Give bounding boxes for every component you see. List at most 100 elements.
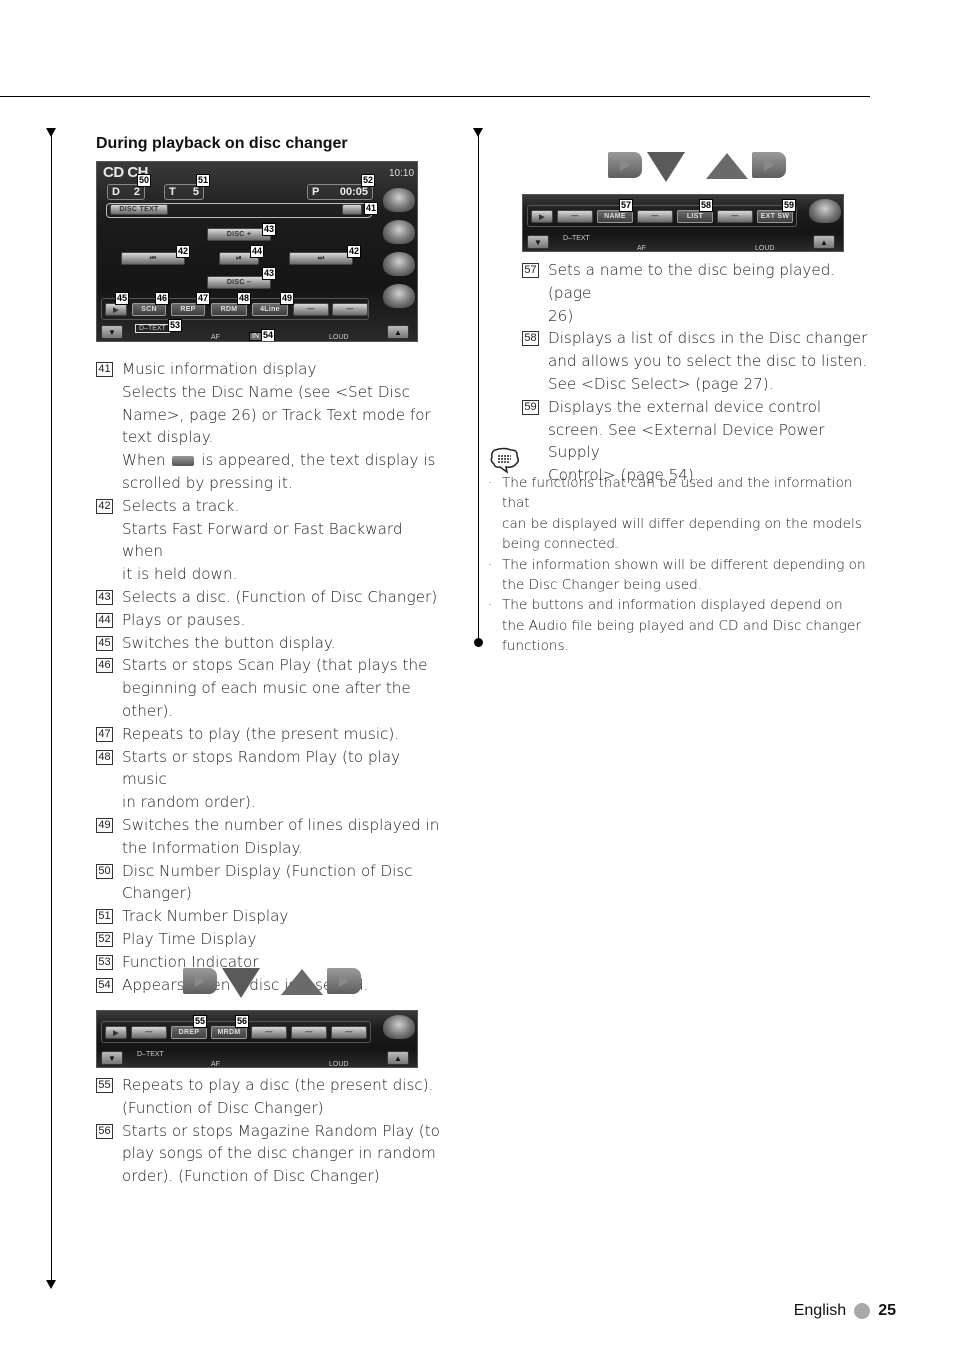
description-line: Selects the Disc Name (see <Set Disc <box>122 382 411 401</box>
satellite-icon[interactable] <box>809 199 841 223</box>
description-line: When is appeared, the text display is <box>122 449 441 472</box>
callout-53: 53 <box>168 319 183 332</box>
description-line: the Information Display. <box>122 838 304 857</box>
item-number: 54 <box>96 977 113 993</box>
item-number: 42 <box>96 498 113 514</box>
note-item: · The functions that can be used and the… <box>488 473 868 555</box>
satellite-icon[interactable] <box>383 284 415 308</box>
flow-line-left <box>51 134 52 1282</box>
track-label: T <box>169 186 176 198</box>
description-line: Name>, page 26) or Track Text mode for <box>122 405 431 424</box>
description-line: play songs of the disc changer in random <box>122 1144 436 1163</box>
track-value: 5 <box>192 186 199 198</box>
description-list-main: 41 Music information display Selects the… <box>96 358 441 996</box>
disc-value: 2 <box>133 186 140 198</box>
bullet: · <box>488 597 493 614</box>
next-page-arrow-icon <box>327 968 361 994</box>
description-line: Repeats to play (the present music). <box>122 724 400 743</box>
description-line: order). (Function of Disc Changer) <box>122 1167 380 1186</box>
volume-down-button[interactable]: ▼ <box>101 1051 123 1065</box>
item-number: 45 <box>96 635 113 651</box>
af-label: AF <box>211 334 220 341</box>
blank-button[interactable]: — <box>717 210 753 223</box>
note-line: The information shown will be different … <box>502 556 866 573</box>
description-item-42: 42 Selects a track. Starts Fast Forward … <box>96 495 441 586</box>
page-number: 25 <box>878 1302 896 1319</box>
down-arrow-icon <box>647 152 685 182</box>
scroll-text-button[interactable] <box>342 204 362 215</box>
callout-45: 45 <box>115 292 130 305</box>
description-line: Selects a track. <box>122 496 240 515</box>
description-item-44: 44 Plays or pauses. <box>96 609 441 632</box>
blank-button[interactable]: — <box>557 210 593 223</box>
volume-up-button[interactable]: ▲ <box>387 325 409 339</box>
disc-changer-screen: CD CH 10:10 D 2 T 5 P 00:05 DISC TEXT DI… <box>96 161 418 342</box>
description-line: Music information display <box>122 360 317 378</box>
clock: 10:10 <box>389 168 415 179</box>
flow-end-dot-icon <box>474 638 483 647</box>
note-line: being connected. <box>502 536 620 553</box>
note-line: the Disc Changer being used. <box>502 577 703 594</box>
blank-button[interactable]: — <box>131 1026 167 1039</box>
next-track-button[interactable]: ⏭ <box>289 252 353 265</box>
media-icon[interactable] <box>383 220 415 244</box>
description-line: Selects a disc. (Function of Disc Change… <box>122 587 438 606</box>
callout-51: 51 <box>196 174 211 187</box>
switch-buttons-button[interactable]: ▶ <box>105 1026 127 1039</box>
section-title: During playback on disc changer <box>96 135 348 152</box>
item-number: 57 <box>522 263 539 278</box>
menu-grid-icon[interactable] <box>383 188 415 212</box>
blank-button[interactable]: — <box>332 303 368 316</box>
description-item-41: 41 Music information display Selects the… <box>96 358 441 495</box>
description-line: Plays or pauses. <box>122 610 246 629</box>
note-item: · The information shown will be differen… <box>488 555 868 596</box>
bullet: · <box>488 475 493 491</box>
loud-label: LOUD <box>329 1061 349 1068</box>
disc-text-button[interactable]: DISC TEXT <box>110 204 168 215</box>
up-arrow-icon <box>281 969 323 995</box>
callout-42: 42 <box>176 245 191 258</box>
description-line: screen. See <External Device Power Suppl… <box>548 420 825 462</box>
note-line: The buttons and information displayed de… <box>502 597 843 614</box>
volume-down-button[interactable]: ▼ <box>527 235 549 249</box>
blank-button[interactable]: — <box>251 1026 287 1039</box>
description-item-58: 58 Displays a list of discs in the Disc … <box>522 327 872 395</box>
flow-line-right <box>478 134 479 640</box>
description-line: Starts or stops Magazine Random Play (to <box>122 1121 440 1140</box>
volume-up-button[interactable]: ▲ <box>813 235 835 249</box>
note-line: functions. <box>502 638 569 655</box>
satellite-icon[interactable] <box>383 1015 415 1039</box>
next-page-arrow-icon <box>183 968 217 994</box>
callout-55: 55 <box>193 1015 208 1028</box>
callout-43: 43 <box>262 223 277 236</box>
flow-end-arrow-icon <box>46 1280 56 1289</box>
item-number: 53 <box>96 954 113 970</box>
description-fragment: is appeared, the text display is <box>201 451 436 470</box>
blank-button[interactable]: — <box>637 210 673 223</box>
blank-button[interactable]: — <box>291 1026 327 1039</box>
blank-button[interactable]: — <box>331 1026 367 1039</box>
blank-button[interactable]: — <box>293 303 329 316</box>
item-number: 46 <box>96 658 113 674</box>
description-line: it is held down. <box>122 565 238 584</box>
speaker-icon[interactable] <box>383 252 415 276</box>
item-number: 50 <box>96 863 113 879</box>
switch-buttons-button[interactable]: ▶ <box>531 210 553 223</box>
description-item-46: 46 Starts or stops Scan Play (that plays… <box>96 654 441 722</box>
callout-41: 41 <box>364 202 379 215</box>
description-line: Play Time Display <box>122 929 257 948</box>
description-item-52: 52 Play Time Display <box>96 928 441 951</box>
item-number: 49 <box>96 817 113 833</box>
description-line: See <Disc Select> (page 27). <box>548 374 774 393</box>
description-item-45: 45 Switches the button display. <box>96 632 441 655</box>
callout-52: 52 <box>361 174 376 187</box>
description-line: Starts Fast Forward or Fast Backward whe… <box>122 519 403 561</box>
callout-46: 46 <box>155 292 170 305</box>
description-line: Switches the button display. <box>122 633 336 652</box>
note-speech-bubble-icon <box>490 447 520 474</box>
volume-down-button[interactable]: ▼ <box>101 325 123 339</box>
item-number: 58 <box>522 331 539 347</box>
description-item-54: 54 Appears when a disc is inserted. <box>96 974 441 997</box>
callout-54: 54 <box>261 329 276 341</box>
volume-up-button[interactable]: ▲ <box>387 1051 409 1065</box>
